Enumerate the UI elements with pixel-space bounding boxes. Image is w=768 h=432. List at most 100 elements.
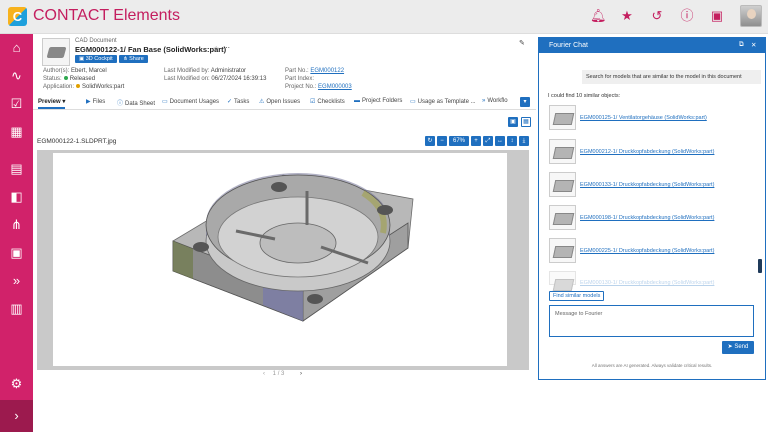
tab-open-issues[interactable]: ⚠ Open Issues xyxy=(259,98,300,105)
settings-icon[interactable]: ⚙ xyxy=(0,373,33,395)
result-thumbnail[interactable] xyxy=(549,139,576,164)
download-icon[interactable]: ⤓ xyxy=(519,136,529,146)
cockpit-label: 3D Cockpit xyxy=(85,56,113,62)
tab-project-folders[interactable]: ▬ Project Folders xyxy=(354,98,402,104)
prev-page-icon[interactable]: ‹ xyxy=(263,371,265,377)
tabs-overflow-button[interactable]: ▾ xyxy=(520,97,530,107)
modified-on-label: Last Modified on: xyxy=(164,76,210,82)
tasks-icon[interactable]: ☑ xyxy=(0,93,33,115)
edit-pencil-icon[interactable]: ✎ xyxy=(519,39,525,47)
next-page-icon[interactable]: › xyxy=(300,371,302,377)
document-thumbnail xyxy=(42,38,70,66)
authors-row: Author(s): Ebert, Marcel xyxy=(43,68,107,74)
project-no-link[interactable]: EGM000003 xyxy=(318,84,352,90)
info-icon: ⓘ xyxy=(117,101,124,107)
dashboard-icon[interactable]: ▣ xyxy=(0,242,33,264)
zoom-out-icon[interactable]: − xyxy=(437,136,447,146)
preview-viewer[interactable] xyxy=(37,150,529,370)
send-button[interactable]: ➤ Send xyxy=(722,341,754,354)
tab-tasks[interactable]: ✓ Tasks xyxy=(227,98,249,105)
activity-icon[interactable]: ∿ xyxy=(0,65,33,87)
pager: ‹ 1 / 3 › xyxy=(263,371,302,377)
top-bar: C CONTACT Elements 🔔︎ ★ ↺ ⓘ ▣ xyxy=(0,0,768,34)
table-icon[interactable]: ▦ xyxy=(0,121,33,143)
tab-label: Workflo xyxy=(487,98,508,104)
tab-data-sheet[interactable]: ⓘ Data Sheet xyxy=(117,98,155,107)
status-row: Status: Released xyxy=(43,76,95,82)
star-icon[interactable]: ★ xyxy=(619,8,635,24)
result-link[interactable]: EGM000225-1/ Druckkopfabdeckung (SolidWo… xyxy=(580,248,714,254)
forward-icon[interactable]: » xyxy=(0,270,33,292)
result-thumbnail[interactable] xyxy=(549,172,576,197)
tasks-icon: ✓ xyxy=(227,99,233,105)
tab-document-usages[interactable]: ▭ Document Usages xyxy=(162,98,219,105)
files-icon: ▶ xyxy=(86,99,91,105)
chat-message-input[interactable]: Message to Fourier xyxy=(549,305,754,337)
avatar[interactable] xyxy=(740,5,762,27)
tab-label: Open Issues xyxy=(266,99,301,105)
share-button[interactable]: ⋔ Share xyxy=(119,55,148,63)
find-similar-models-button[interactable]: Find similar models xyxy=(549,291,605,301)
chat-header: Fourier Chat ⧉ ✕ xyxy=(539,38,765,53)
chat-scrollbar[interactable] xyxy=(758,259,762,273)
result-link[interactable]: EGM000125-1/ Ventilatorgehäuse (SolidWor… xyxy=(580,115,707,121)
modified-on-row: Last Modified on: 06/27/2024 16:39:13 xyxy=(164,76,266,82)
template-icon: ▭ xyxy=(410,99,416,105)
zoom-in-icon[interactable]: + xyxy=(471,136,481,146)
fit-height-icon[interactable]: ↕ xyxy=(507,136,517,146)
more-menu-icon[interactable]: ⋯ xyxy=(223,44,230,52)
page-current: 1 xyxy=(272,371,277,377)
fullscreen-icon[interactable]: ⤢ xyxy=(483,136,493,146)
info-icon[interactable]: ⓘ xyxy=(679,8,695,24)
image-view-icon[interactable]: ▣ xyxy=(508,117,518,127)
building-icon[interactable]: ▥ xyxy=(0,298,33,320)
result-link[interactable]: EGM000133-1/ Druckkopfabdeckung (SolidWo… xyxy=(580,182,714,188)
chat-title: Fourier Chat xyxy=(549,42,588,49)
expand-sidebar-icon[interactable]: › xyxy=(0,400,33,432)
modified-by-value: Administrator xyxy=(210,68,247,74)
modified-by-row: Last Modified by: Administrator xyxy=(164,68,246,74)
tab-usage-as-template[interactable]: ▭ Usage as Template ... xyxy=(410,98,476,105)
tab-workflow[interactable]: » Workflo xyxy=(482,98,508,104)
application-label: Application: xyxy=(43,84,75,90)
rotate-icon[interactable]: ↻ xyxy=(425,136,435,146)
app-logo[interactable]: C xyxy=(8,7,27,26)
fan-base-model-image xyxy=(172,173,414,322)
bell-icon[interactable]: 🔔︎ xyxy=(590,8,607,24)
tab-preview[interactable]: Preview ▾ xyxy=(38,98,66,109)
home-icon[interactable]: ⌂ xyxy=(0,37,33,59)
chat-messages[interactable]: Search for models that are similar to th… xyxy=(539,53,765,309)
tab-checklists[interactable]: ☑ Checklists xyxy=(310,98,345,105)
result-thumbnail[interactable] xyxy=(549,271,576,285)
favorite-star-icon[interactable]: ☆ xyxy=(213,45,219,53)
grid-view-icon[interactable]: ▦ xyxy=(521,117,531,127)
box-icon[interactable]: ◧ xyxy=(0,186,33,208)
result-thumbnail[interactable] xyxy=(549,205,576,230)
result-thumbnail[interactable] xyxy=(549,238,576,263)
3d-cockpit-button[interactable]: ▣ 3D Cockpit xyxy=(75,55,117,63)
minimize-icon[interactable]: ⧉ xyxy=(739,41,744,49)
ai-disclaimer: All answers are AI generated. Always val… xyxy=(591,363,713,368)
page-separator: / xyxy=(277,371,280,377)
document-icon[interactable]: ▤ xyxy=(0,158,33,180)
checklist-icon: ☑ xyxy=(310,99,316,105)
part-no-row: Part No.: EGM000122 xyxy=(285,68,344,74)
bot-message: I could find 10 similar objects: xyxy=(548,93,621,99)
share-icon[interactable]: ⋔ xyxy=(0,214,33,236)
result-link[interactable]: EGM000198-1/ Druckkopfabdeckung (SolidWo… xyxy=(580,215,714,221)
result-thumbnail[interactable] xyxy=(549,105,576,130)
gallery-icon[interactable]: ▣ xyxy=(709,8,725,24)
fit-width-icon[interactable]: ↔ xyxy=(495,136,505,146)
result-link[interactable]: EGM000130-1/ Druckkopfabdeckung (SolidWo… xyxy=(580,280,714,286)
tab-label: Preview xyxy=(38,99,61,105)
history-icon[interactable]: ↺ xyxy=(649,8,665,24)
tab-label: Files xyxy=(92,99,106,105)
part-no-link[interactable]: EGM000122 xyxy=(310,68,344,74)
sidebar: ⌂ ∿ ☑ ▦ ▤ ◧ ⋔ ▣ » ▥ ⚙ › xyxy=(0,34,33,432)
close-icon[interactable]: ✕ xyxy=(751,41,756,49)
zoom-level[interactable]: 67% xyxy=(449,136,469,146)
tab-files[interactable]: ▶ Files xyxy=(86,98,105,105)
result-link[interactable]: EGM000212-1/ Druckkopfabdeckung (SolidWo… xyxy=(580,149,714,155)
user-message: Search for models that are similar to th… xyxy=(582,70,761,84)
document-title: EGM000122-1/ Fan Base (SolidWorks:part) xyxy=(75,45,227,54)
